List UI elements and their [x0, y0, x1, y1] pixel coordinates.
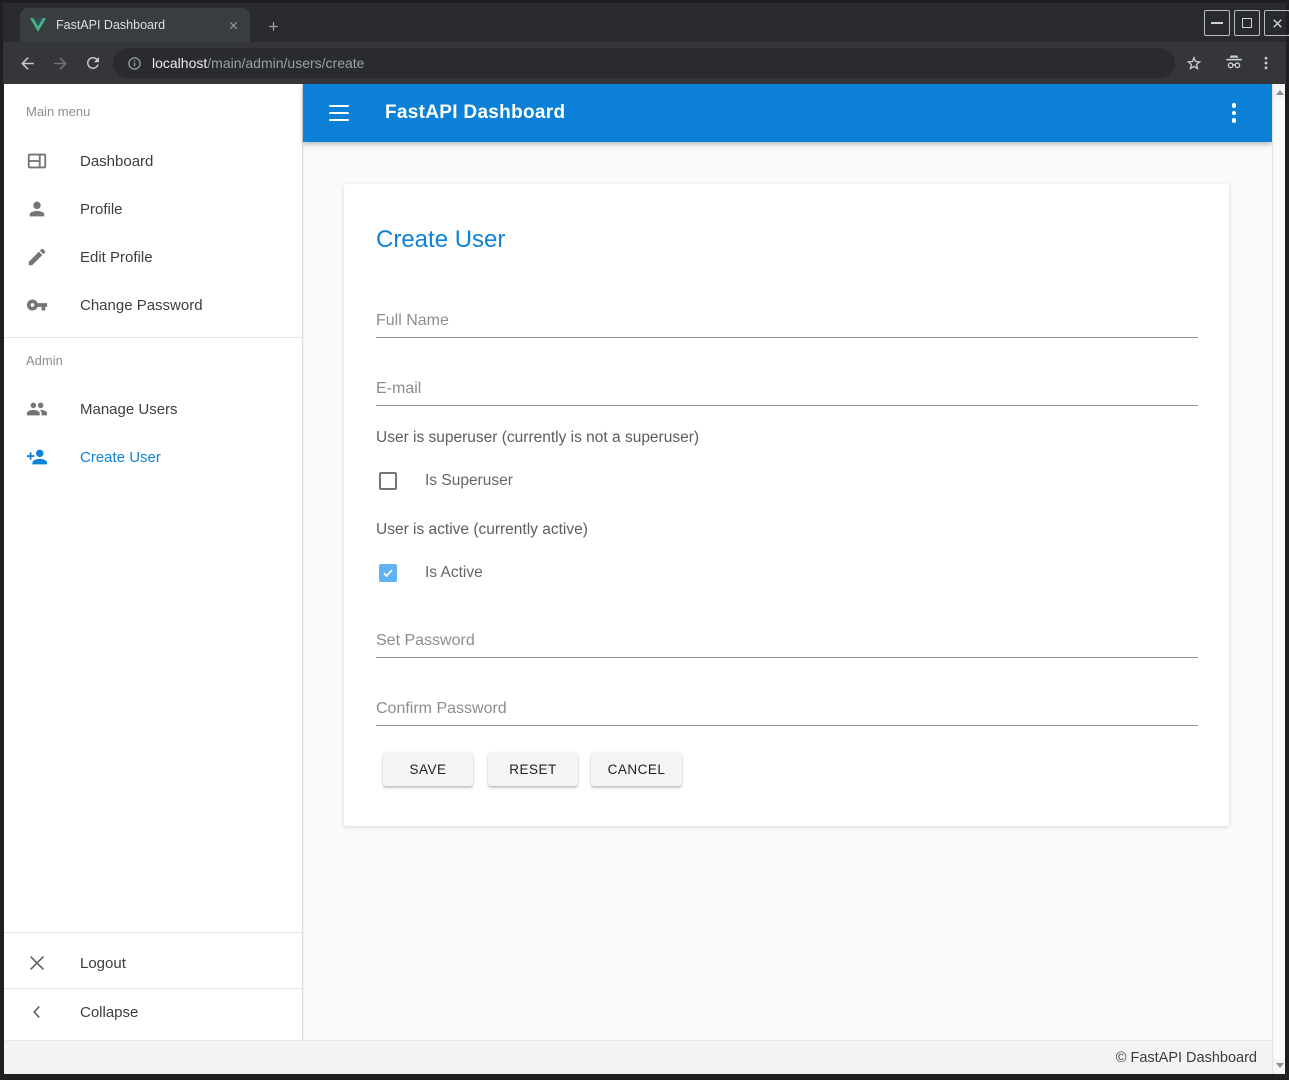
web-icon [26, 150, 48, 172]
page-viewport: Main menu Dashboard Profile Edit Profile… [4, 84, 1285, 1074]
page-scrollbar[interactable] [1272, 84, 1285, 1074]
sidebar-item-create-user[interactable]: Create User [4, 433, 303, 481]
address-bar[interactable]: localhost/main/admin/users/create [113, 48, 1175, 78]
minimize-icon [1211, 22, 1223, 24]
sidebar-item-label: Manage Users [80, 401, 178, 418]
is-active-label[interactable]: Is Active [425, 564, 483, 582]
reset-button[interactable]: RESET [488, 752, 578, 786]
scrollbar-thumb[interactable] [1274, 99, 1285, 1059]
window-close-button[interactable] [1264, 10, 1289, 36]
copyright-text: © FastAPI Dashboard [1116, 1050, 1257, 1066]
info-icon [127, 56, 142, 71]
sidebar-item-label: Dashboard [80, 153, 153, 170]
app-title: FastAPI Dashboard [385, 102, 565, 124]
group-icon [26, 398, 48, 420]
url-host: localhost [152, 55, 207, 71]
sidebar-item-profile[interactable]: Profile [4, 185, 303, 233]
form-actions: SAVE RESET CANCEL [344, 752, 1229, 786]
sidebar-item-logout[interactable]: Logout [4, 939, 303, 987]
person-add-icon [26, 446, 48, 468]
sidebar-item-dashboard[interactable]: Dashboard [4, 137, 303, 185]
reload-button[interactable] [81, 51, 105, 75]
sidebar-divider [4, 337, 303, 338]
window-minimize-button[interactable] [1204, 10, 1230, 36]
forward-button[interactable] [48, 51, 72, 75]
app-bar: FastAPI Dashboard [303, 84, 1272, 142]
set-password-input[interactable] [376, 624, 1198, 658]
check-icon [381, 566, 395, 580]
reload-icon [84, 54, 102, 72]
kebab-menu-icon [1257, 54, 1275, 72]
email-input[interactable] [376, 372, 1198, 406]
person-icon [26, 198, 48, 220]
tab-close-icon[interactable] [224, 16, 242, 34]
is-superuser-checkbox[interactable] [379, 472, 397, 490]
browser-menu-button[interactable] [1254, 51, 1278, 75]
browser-window: FastAPI Dashboard localhost/main/admin/u… [0, 0, 1289, 1080]
is-superuser-label[interactable]: Is Superuser [425, 472, 513, 490]
hamburger-menu-button[interactable] [329, 103, 351, 123]
superuser-hint: User is superuser (currently is not a su… [376, 429, 699, 447]
confirm-password-input[interactable] [376, 692, 1198, 726]
url-text: localhost/main/admin/users/create [152, 55, 364, 71]
forward-arrow-icon [51, 54, 70, 73]
page-title: Create User [376, 226, 505, 254]
sidebar-divider [4, 932, 303, 933]
new-tab-button[interactable] [262, 15, 284, 37]
pencil-icon [26, 246, 48, 268]
sidebar-item-label: Profile [80, 201, 123, 218]
sidebar-section-admin: Admin [26, 353, 63, 368]
incognito-button[interactable] [1222, 51, 1246, 75]
browser-toolbar: localhost/main/admin/users/create [3, 42, 1286, 84]
sidebar: Main menu Dashboard Profile Edit Profile… [4, 84, 303, 1040]
sidebar-item-collapse[interactable]: Collapse [4, 988, 303, 1036]
sidebar-item-label: Change Password [80, 297, 203, 314]
close-x-icon [26, 952, 48, 974]
save-button[interactable]: SAVE [383, 752, 473, 786]
close-icon [1271, 17, 1284, 30]
browser-tab[interactable]: FastAPI Dashboard [20, 8, 250, 42]
chevron-left-icon [26, 1001, 48, 1023]
active-hint: User is active (currently active) [376, 521, 588, 539]
star-icon [1184, 53, 1204, 73]
back-button[interactable] [15, 51, 39, 75]
maximize-icon [1242, 18, 1252, 28]
incognito-icon [1224, 53, 1244, 73]
is-active-row: Is Active [379, 564, 483, 582]
cancel-button[interactable]: CANCEL [591, 752, 682, 786]
key-icon [26, 294, 48, 316]
page-footer: © FastAPI Dashboard [4, 1040, 1285, 1074]
sidebar-item-label: Collapse [80, 1004, 138, 1021]
full-name-input[interactable] [376, 304, 1198, 338]
sidebar-item-edit-profile[interactable]: Edit Profile [4, 233, 303, 281]
create-user-card: Create User User is superuser (currently… [344, 184, 1229, 826]
scrollbar-down-arrow[interactable] [1276, 1063, 1284, 1068]
vue-logo-icon [30, 18, 46, 32]
is-active-checkbox[interactable] [379, 564, 397, 582]
sidebar-item-label: Logout [80, 955, 126, 972]
window-maximize-button[interactable] [1234, 10, 1260, 36]
back-arrow-icon [18, 54, 37, 73]
sidebar-item-manage-users[interactable]: Manage Users [4, 385, 303, 433]
url-path: /main/admin/users/create [207, 55, 364, 71]
sidebar-item-label: Create User [80, 449, 161, 466]
tab-title: FastAPI Dashboard [56, 18, 224, 32]
bookmark-star-button[interactable] [1182, 51, 1206, 75]
scrollbar-up-arrow[interactable] [1276, 90, 1284, 95]
sidebar-section-main-menu: Main menu [26, 104, 90, 119]
sidebar-item-label: Edit Profile [80, 249, 153, 266]
is-superuser-row: Is Superuser [379, 472, 513, 490]
sidebar-item-change-password[interactable]: Change Password [4, 281, 303, 329]
appbar-menu-button[interactable] [1222, 101, 1246, 125]
tab-strip: FastAPI Dashboard [3, 3, 1286, 42]
